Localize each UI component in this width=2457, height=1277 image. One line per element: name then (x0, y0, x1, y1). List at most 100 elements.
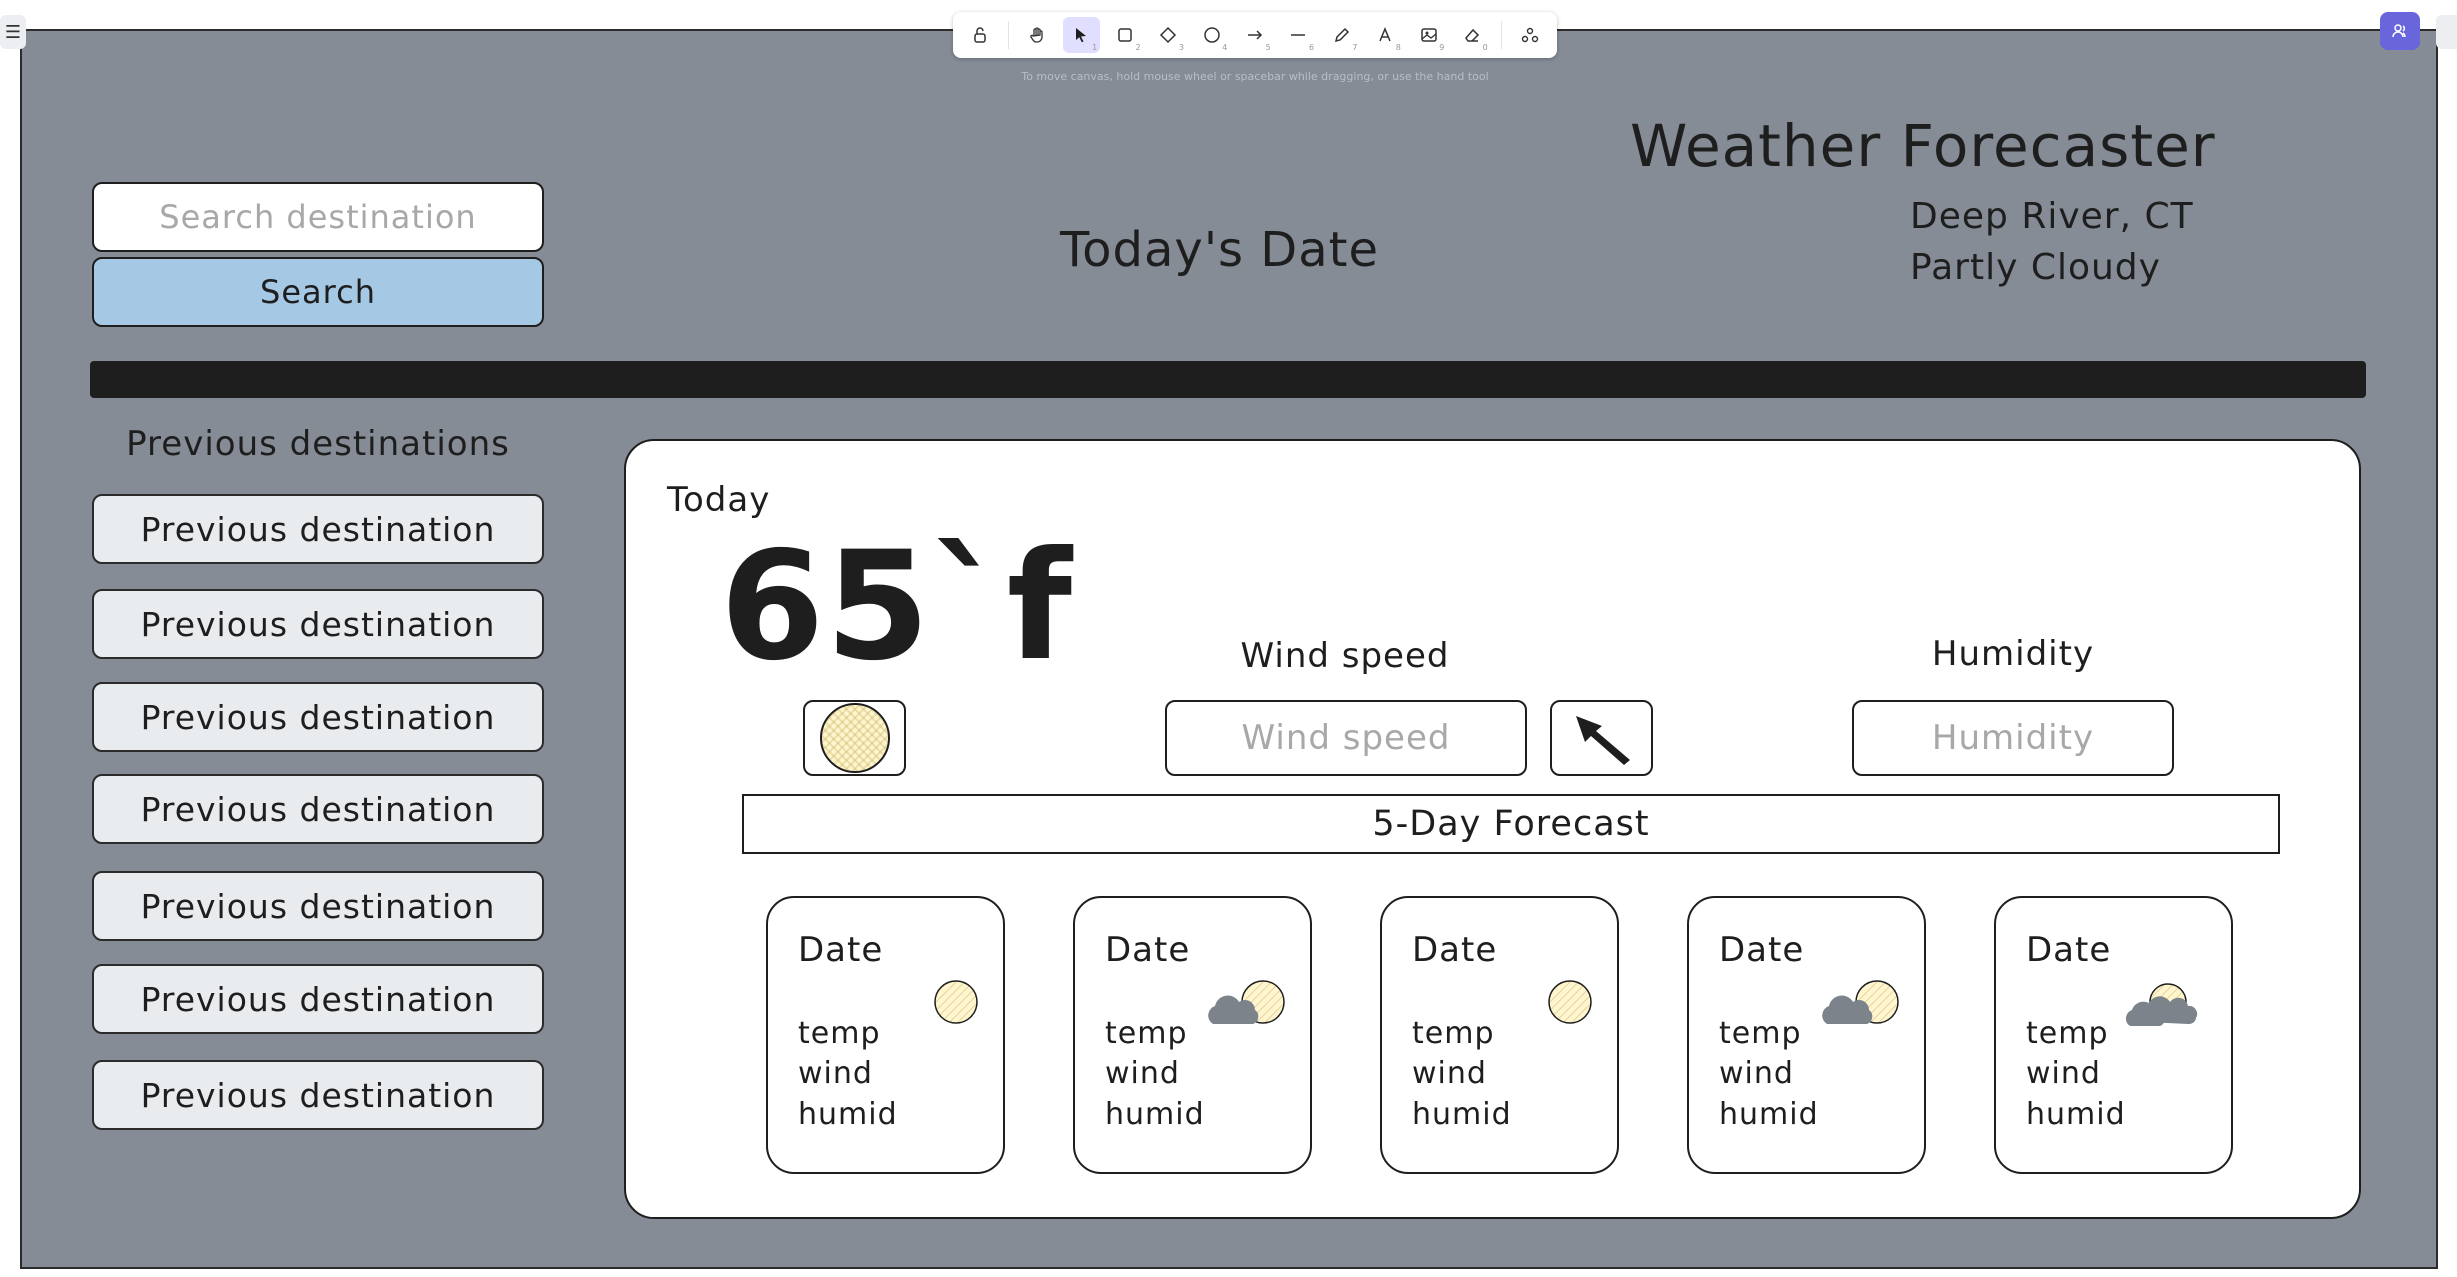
arrow-icon (1248, 30, 1263, 40)
cloudy-icon (2125, 983, 2198, 1026)
forecast-temp: temp (1719, 1016, 1802, 1051)
forecast-day-card: Date temp wind humid (1994, 896, 2233, 1174)
forecast-humidity: humid (2026, 1097, 2126, 1132)
hamburger-icon: ☰ (4, 21, 22, 43)
search-button[interactable]: Search (92, 257, 544, 327)
wind-speed-label: Wind speed (1240, 636, 1450, 676)
ellipse-icon (1203, 27, 1220, 43)
canvas-hint: To move canvas, hold mouse wheel or spac… (1021, 70, 1489, 83)
forecast-temp: temp (1105, 1016, 1188, 1051)
image-icon (1420, 28, 1437, 42)
forecast-day-card: Date temp wind humid (1073, 896, 1312, 1174)
image-tool-button[interactable]: 9 (1410, 17, 1447, 53)
date-title: Today's Date (1060, 222, 1380, 278)
arrow-tool-button[interactable]: 5 (1236, 17, 1273, 53)
lock-tool-button[interactable] (961, 17, 998, 53)
text-icon (1379, 27, 1391, 42)
diamond-tool-button[interactable]: 3 (1150, 17, 1187, 53)
lock-icon (973, 27, 986, 43)
forecast-day-card: Date temp wind humid (1380, 896, 1619, 1174)
forecast-wind: wind (2026, 1056, 2101, 1091)
toolbar: 1 2 3 4 5 6 7 8 9 0 (953, 12, 1557, 58)
forecast-date: Date (1412, 930, 1498, 970)
shortcut-number: 9 (1439, 43, 1445, 52)
condition-label: Partly Cloudy (1910, 247, 2161, 288)
eraser-icon (1465, 28, 1480, 42)
forecast-humidity: humid (798, 1097, 898, 1132)
forecast-day-card: Date temp wind humid (766, 896, 1005, 1174)
forecast-date: Date (798, 930, 884, 970)
hand-tool-button[interactable] (1019, 17, 1056, 53)
toolbar-divider (1008, 21, 1010, 49)
wind-speed-field: Wind speed (1165, 700, 1527, 776)
main-menu-button[interactable]: ☰ (0, 15, 26, 49)
forecast-title: 5-Day Forecast (742, 794, 2280, 854)
rectangle-tool-button[interactable]: 2 (1106, 17, 1143, 53)
pointer-icon (1076, 28, 1087, 43)
forecast-temp: temp (2026, 1016, 2109, 1051)
app-title: Weather Forecaster (1630, 112, 2216, 180)
forecast-temp: temp (1412, 1016, 1495, 1051)
rectangle-icon (1118, 28, 1132, 42)
line-tool-button[interactable]: 6 (1280, 17, 1317, 53)
ellipse-tool-button[interactable]: 4 (1193, 17, 1230, 53)
header-divider (90, 361, 2366, 398)
collaboration-button[interactable] (2380, 12, 2420, 50)
previous-destinations-title: Previous destinations (126, 424, 510, 464)
humidity-field: Humidity (1852, 700, 2174, 776)
forecast-wind: wind (1105, 1056, 1180, 1091)
users-icon (2392, 24, 2406, 38)
forecast-date: Date (2026, 930, 2112, 970)
partly-cloudy-icon (1822, 980, 1899, 1024)
shortcut-number: 2 (1135, 43, 1141, 52)
sun-icon (1548, 980, 1592, 1024)
shapes-icon (1522, 27, 1539, 43)
pencil-icon (1334, 27, 1349, 43)
shortcut-number: 3 (1178, 43, 1184, 52)
forecast-date: Date (1719, 930, 1805, 970)
today-label: Today (667, 480, 771, 520)
forecast-humidity: humid (1412, 1097, 1512, 1132)
shortcut-number: 7 (1352, 43, 1358, 52)
shortcut-number: 1 (1092, 43, 1098, 52)
previous-destination-button[interactable]: Previous destination (92, 774, 544, 844)
forecast-date: Date (1105, 930, 1191, 970)
shortcut-number: 0 (1482, 43, 1488, 52)
diamond-icon (1160, 26, 1177, 44)
forecast-humidity: humid (1719, 1097, 1819, 1132)
extra-tools-button[interactable] (1512, 17, 1549, 53)
shortcut-number: 6 (1309, 43, 1315, 52)
forecast-day-card: Date temp wind humid (1687, 896, 1926, 1174)
forecast-humidity: humid (1105, 1097, 1205, 1132)
shortcut-number: 5 (1265, 43, 1271, 52)
previous-destination-button[interactable]: Previous destination (92, 871, 544, 941)
previous-destination-button[interactable]: Previous destination (92, 682, 544, 752)
sun-icon (819, 703, 890, 773)
wind-direction-arrow-icon (1575, 716, 1630, 765)
draw-tool-button[interactable]: 7 (1323, 17, 1360, 53)
forecast-wind: wind (1412, 1056, 1487, 1091)
previous-destination-button[interactable]: Previous destination (92, 589, 544, 659)
search-input[interactable]: Search destination (92, 182, 544, 252)
forecast-wind: wind (798, 1056, 873, 1091)
previous-destination-button[interactable]: Previous destination (92, 494, 544, 564)
forecast-wind: wind (1719, 1056, 1794, 1091)
wind-direction-box (1550, 700, 1653, 776)
toolbar-divider (1500, 21, 1502, 49)
humidity-label: Humidity (1931, 634, 2095, 674)
line-icon (1291, 34, 1306, 36)
current-temperature: 65`f (720, 520, 1073, 694)
forecast-temp: temp (798, 1016, 881, 1051)
sun-icon (934, 980, 978, 1024)
text-tool-button[interactable]: 8 (1367, 17, 1404, 53)
shortcut-number: 8 (1395, 43, 1401, 52)
library-button[interactable] (2436, 15, 2457, 49)
previous-destination-button[interactable]: Previous destination (92, 1060, 544, 1130)
hand-icon (1030, 27, 1043, 43)
previous-destination-button[interactable]: Previous destination (92, 964, 544, 1034)
selection-tool-button[interactable]: 1 (1062, 17, 1101, 53)
eraser-tool-button[interactable]: 0 (1453, 17, 1490, 53)
weather-icon-box (803, 700, 906, 776)
location-label: Deep River, CT (1910, 196, 2194, 237)
shortcut-number: 4 (1222, 43, 1228, 52)
